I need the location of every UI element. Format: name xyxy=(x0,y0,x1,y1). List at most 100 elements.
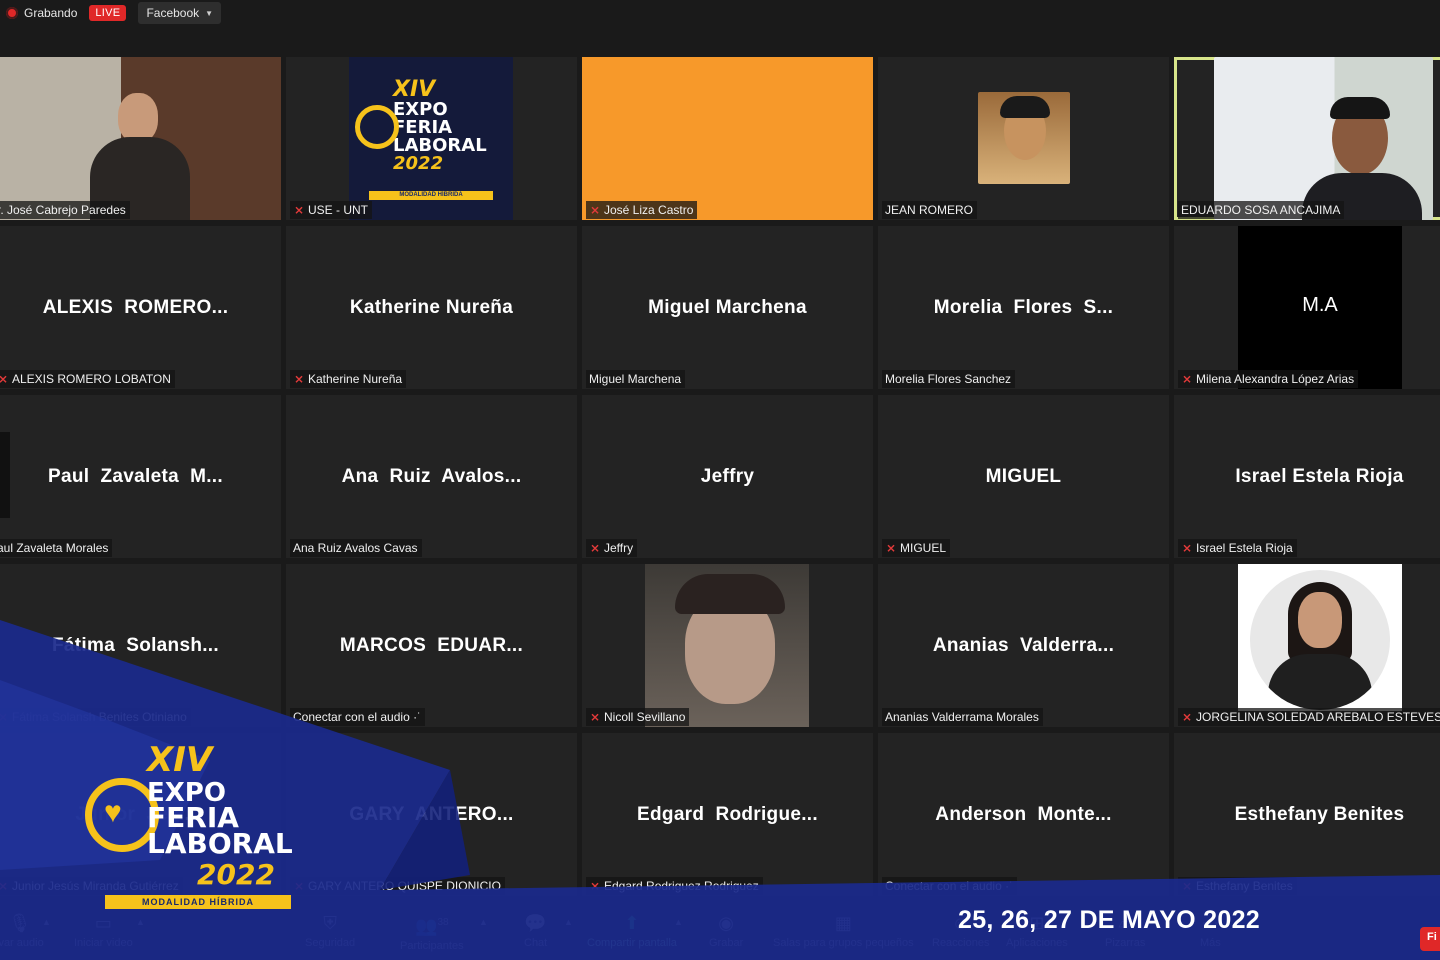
participant-video xyxy=(645,564,809,727)
stream-target-label: Facebook xyxy=(146,6,200,20)
microphone-muted-icon: ⨯ xyxy=(589,203,601,217)
stream-target-dropdown[interactable]: Facebook ▼ xyxy=(138,2,222,24)
participant-name-text: Israel Estela Rioja xyxy=(1196,541,1293,555)
zoom-meeting-window: Grabando LIVE Facebook ▼ r. José Cabrejo… xyxy=(0,0,1440,960)
participant-display-name: ALEXIS ROMERO... xyxy=(42,296,229,318)
start-video-label: Iniciar video xyxy=(74,937,133,949)
chat-button[interactable]: 💬 Chat xyxy=(524,912,547,949)
participant-name-label: ⨯ Milena Alexandra López Arias xyxy=(1178,370,1359,388)
start-video-button[interactable]: ▭ Iniciar video xyxy=(74,912,133,949)
share-caret-icon[interactable]: ▲ xyxy=(674,917,683,927)
participant-tile[interactable]: ⨯ JORGELINA SOLEDAD AREBALO ESTEVES xyxy=(1174,564,1440,727)
participant-display-name: Miguel Marchena xyxy=(648,296,807,318)
participant-display-name: Esthefany Benites xyxy=(1234,803,1405,825)
participant-tile[interactable]: Esthefany Benites ⨯ Esthefany Benites xyxy=(1174,733,1440,896)
participant-name-text: Katherine Nureña xyxy=(308,372,403,386)
end-meeting-button[interactable]: Fi xyxy=(1420,927,1440,951)
participant-tile[interactable]: MIGUEL ⨯ MIGUEL xyxy=(878,395,1169,558)
chat-caret-icon[interactable]: ▲ xyxy=(564,917,573,927)
security-button[interactable]: ⛨ Seguridad xyxy=(305,912,355,949)
participant-display-name: GARY ANTERO... xyxy=(349,803,514,825)
mute-button[interactable]: 🎙 ivar audio xyxy=(0,912,44,949)
meeting-top-bar: Grabando LIVE Facebook ▼ xyxy=(0,0,1440,26)
share-screen-button[interactable]: ⬆ Compartir pantalla xyxy=(587,912,677,949)
live-badge[interactable]: LIVE xyxy=(89,5,127,21)
microphone-muted-icon: ⨯ xyxy=(293,203,305,217)
participant-display-name: Paul Zavaleta M... xyxy=(48,465,223,487)
participant-tile[interactable]: r. José Cabrejo Paredes xyxy=(0,57,281,220)
participant-name-text: aul Zavaleta Morales xyxy=(0,541,109,555)
participant-tile[interactable]: Israel Estela Rioja ⨯ Israel Estela Rioja xyxy=(1174,395,1440,558)
participant-name-label: r. José Cabrejo Paredes xyxy=(0,201,130,219)
camera-off-icon: ▭ xyxy=(94,913,112,933)
video-options-caret-icon[interactable]: ▲ xyxy=(136,917,145,927)
participant-name-text: JORGELINA SOLEDAD AREBALO ESTEVES xyxy=(1196,710,1440,724)
recording-indicator[interactable]: Grabando xyxy=(6,2,77,24)
participant-tile[interactable]: XIV EXPO FERIA LABORAL 2022 MODALIDAD HÍBRIDA… xyxy=(286,57,577,220)
person-hair xyxy=(675,574,785,614)
participant-tile[interactable]: Paul Zavaleta M... aul Zavaleta Morales xyxy=(0,395,281,558)
participant-display-name: Ananias Valderra... xyxy=(932,634,1115,656)
participants-count: 38 xyxy=(437,917,449,928)
breakout-rooms-button[interactable]: ▦ Salas para grupos pequeños xyxy=(773,912,914,949)
record-button[interactable]: ◉ Grabar xyxy=(709,912,743,949)
participant-tile[interactable]: Ananias Valderra... Ananias Valderrama Mo… xyxy=(878,564,1169,727)
participant-tile[interactable]: Morelia Flores S... Morelia Flores Sanche… xyxy=(878,226,1169,389)
participant-name-text: r. José Cabrejo Paredes xyxy=(0,203,126,217)
participant-name-text: USE - UNT xyxy=(308,203,368,217)
participant-name-text: Conectar con el audio ·˙ xyxy=(885,879,1014,893)
participant-tile[interactable]: Katherine Nureña ⨯ Katherine Nureña xyxy=(286,226,577,389)
tile-logo-ring-icon xyxy=(355,105,399,149)
tile-logo-roman: XIV xyxy=(393,77,436,102)
participants-label: Participantes xyxy=(400,940,464,952)
breakout-rooms-label: Salas para grupos pequeños xyxy=(773,937,914,949)
chat-bubble-icon: 💬 xyxy=(524,913,547,933)
participant-name-text: José Liza Castro xyxy=(604,203,694,217)
participant-tile[interactable]: ⨯ José Liza Castro xyxy=(582,57,873,220)
participant-name-label: ⨯ Nicoll Sevillano xyxy=(586,708,690,726)
participant-tile[interactable]: Fátima Solansh... ⨯ Fátima Solansh Benites… xyxy=(0,564,281,727)
participant-tile[interactable]: MARCOS EDUAR... Conectar con el audio ·˙ xyxy=(286,564,577,727)
person-head xyxy=(118,93,158,143)
participant-tile[interactable]: Jeffry ⨯ Jeffry xyxy=(582,395,873,558)
participants-button[interactable]: 👥38 Participantes xyxy=(400,912,464,952)
participant-name-label: ⨯ José Liza Castro xyxy=(586,201,698,219)
participant-tile[interactable]: EDUARDO SOSA ANCAJIMA xyxy=(1174,57,1440,220)
participant-tile[interactable]: JEAN ROMERO xyxy=(878,57,1169,220)
participant-tile[interactable]: Edgard Rodrigue... ⨯ Edgard Rodriguez Rodr… xyxy=(582,733,873,896)
participant-tile[interactable]: Miguel Marchena Miguel Marchena xyxy=(582,226,873,389)
security-label: Seguridad xyxy=(305,937,356,949)
audio-options-caret-icon[interactable]: ▲ xyxy=(42,917,51,927)
participant-name-label: ⨯ Israel Estela Rioja xyxy=(1178,539,1297,557)
microphone-muted-icon: ⨯ xyxy=(1181,372,1193,386)
logo-year: 2022 xyxy=(197,858,275,891)
participant-name-text: EDUARDO SOSA ANCAJIMA xyxy=(1181,203,1341,217)
microphone-muted-icon: ⨯ xyxy=(589,879,601,893)
participant-display-name: Anderson Monte... xyxy=(935,803,1112,825)
participant-tile[interactable]: M.A ⨯ Milena Alexandra López Arias xyxy=(1174,226,1440,389)
participant-tile[interactable]: ⨯ Nicoll Sevillano xyxy=(582,564,873,727)
microphone-muted-icon: ⨯ xyxy=(1181,879,1193,893)
microphone-muted-icon: ⨯ xyxy=(589,710,601,724)
recording-label: Grabando xyxy=(24,6,78,20)
person-head xyxy=(1298,592,1342,648)
participant-name-label: ⨯ Esthefany Benites xyxy=(1178,877,1297,895)
participant-tile[interactable]: ALEXIS ROMERO... ⨯ ALEXIS ROMERO LOBATON xyxy=(0,226,281,389)
participant-name-text: Milena Alexandra López Arias xyxy=(1196,372,1355,386)
more-label: Más xyxy=(1200,937,1221,949)
participants-caret-icon[interactable]: ▲ xyxy=(479,917,488,927)
participant-tile[interactable]: GARY ANTERO... ⨯ GARY ANTERO QUISPE DIONIC… xyxy=(286,733,577,896)
participant-name-label: ⨯ Edgard Rodriguez Rodriguez xyxy=(586,877,763,895)
participant-name-text: Morelia Flores Sanchez xyxy=(885,372,1012,386)
participant-display-name: Katherine Nureña xyxy=(349,296,514,318)
participant-tile[interactable]: Anderson Monte... Conectar con el audio ·… xyxy=(878,733,1169,896)
participant-name-text: Ananias Valderrama Morales xyxy=(885,710,1039,724)
record-icon: ◉ xyxy=(718,913,734,933)
participant-tile[interactable]: Ana Ruiz Avalos... Ana Ruiz Avalos Cavas xyxy=(286,395,577,558)
participant-name-text: Conectar con el audio ·˙ xyxy=(293,710,422,724)
participant-video xyxy=(582,57,873,220)
logo-mode-banner: MODALIDAD HÍBRIDA xyxy=(105,895,291,909)
participant-name-label: ⨯ GARY ANTERO QUISPE DIONICIO xyxy=(290,877,505,895)
microphone-muted-icon: ⨯ xyxy=(885,541,897,555)
microphone-muted-icon: ⨯ xyxy=(1181,541,1193,555)
